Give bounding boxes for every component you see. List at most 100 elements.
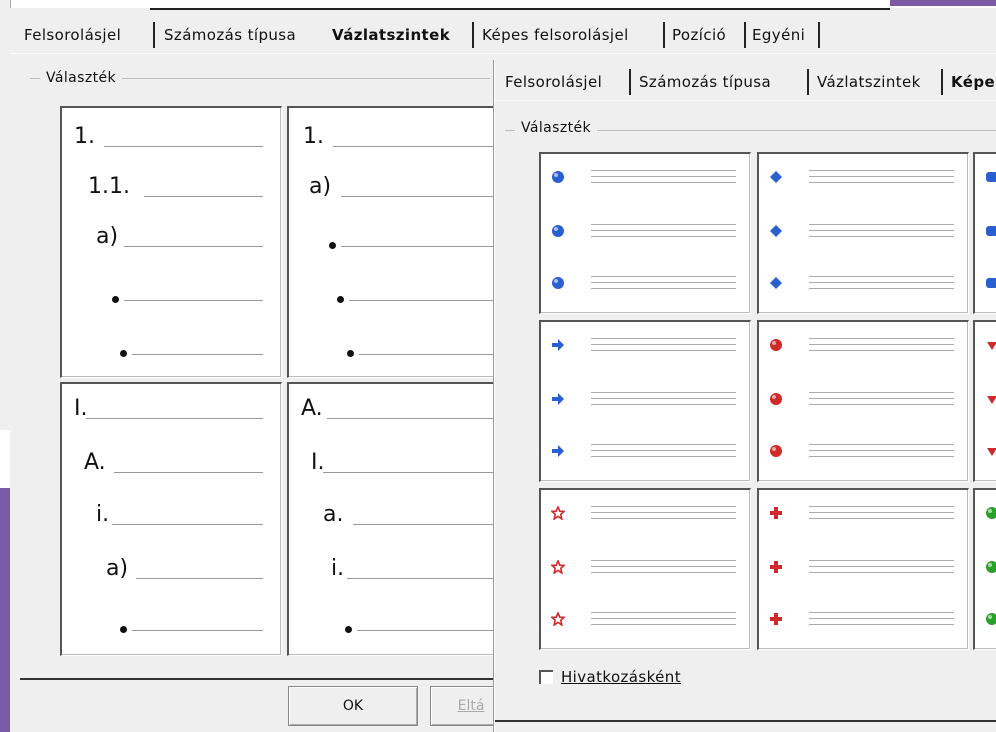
outline-level-1: I. [62, 392, 281, 432]
text-line [809, 176, 954, 177]
text-line [591, 444, 736, 445]
graphic-bullet-cell[interactable] [539, 152, 751, 314]
outline-preset-1[interactable]: 1. 1.1. a) [60, 106, 282, 378]
tab-szamozas-tipusa[interactable]: Számozás típusa [158, 18, 302, 52]
tab-label: Pozíció [672, 26, 727, 44]
back-tabbar: Felsorolásjel Számozás típusa Vázlatszin… [10, 18, 830, 52]
blue-arrow-icon [551, 391, 565, 405]
level-label: a) [106, 556, 129, 581]
graphic-bullet-cell[interactable] [757, 320, 969, 482]
text-line [327, 418, 508, 419]
blue-square-icon [985, 169, 996, 183]
text-line [809, 456, 954, 457]
outline-level-5 [289, 604, 508, 644]
text-line [809, 182, 954, 183]
outline-level-5 [289, 328, 508, 368]
text-line [591, 572, 736, 573]
text-line [341, 196, 508, 197]
text-line [809, 512, 954, 513]
text-line [809, 572, 954, 573]
tab-label: Egyéni [752, 26, 806, 44]
text-line [144, 196, 263, 197]
red-star-icon [550, 610, 566, 627]
ok-button[interactable]: OK [288, 686, 418, 726]
graphic-bullet-cell[interactable] [973, 152, 996, 314]
text-line [809, 282, 954, 283]
graphic-bullet-cell[interactable] [539, 488, 751, 650]
tab-separator [818, 22, 820, 48]
text-line [104, 146, 263, 147]
text-line [124, 246, 263, 247]
outline-level-4 [62, 274, 281, 314]
blue-diamond-arrow-icon [769, 275, 783, 289]
graphic-bullet-cell[interactable] [973, 320, 996, 482]
level-label: 1. [74, 124, 95, 149]
blue-sphere-icon [551, 275, 565, 289]
graphic-bullet-cell[interactable] [973, 488, 996, 650]
link-checkbox-label[interactable]: Hivatkozásként [561, 668, 681, 686]
text-line [591, 338, 736, 339]
text-line [809, 392, 954, 393]
tab-vazlatszintek[interactable]: Vázlatszintek [326, 18, 456, 52]
text-line [591, 450, 736, 451]
text-line [114, 472, 263, 473]
text-line [136, 578, 263, 579]
text-line [809, 338, 954, 339]
text-line [809, 624, 954, 625]
outline-level-2: A. [62, 446, 281, 486]
group-label-valasztek: Választék [40, 70, 122, 86]
text-line [591, 224, 736, 225]
outline-level-5 [62, 604, 281, 644]
tab-separator [153, 22, 155, 48]
text-line [124, 300, 263, 301]
outline-preset-2[interactable]: 1. a) [287, 106, 509, 378]
red-sphere-icon [769, 391, 783, 405]
blue-sphere-icon [551, 169, 565, 183]
red-star-icon [550, 504, 566, 521]
graphic-bullet-cell[interactable] [757, 488, 969, 650]
outline-level-4: a) [62, 552, 281, 592]
text-line [591, 566, 736, 567]
red-cross-icon [769, 559, 783, 573]
text-line [591, 512, 736, 513]
link-checkbox[interactable] [539, 670, 553, 684]
outline-preset-4[interactable]: A. I. a. i. [287, 382, 509, 656]
bullet-dot-icon [120, 350, 127, 357]
red-star-icon [550, 558, 566, 575]
bullet-dot-icon [345, 626, 352, 633]
outline-level-4: i. [289, 552, 508, 592]
text-line [112, 524, 263, 525]
tab-kepes-felsorolasjel[interactable]: Képes felsorolásjel [476, 18, 635, 52]
tab-felsorolasjel[interactable]: Felsorolásjel [18, 18, 127, 52]
text-line [591, 518, 736, 519]
text-line [591, 176, 736, 177]
outline-level-3: a) [62, 220, 281, 260]
text-line [809, 230, 954, 231]
red-down-arrow-icon [985, 443, 996, 457]
text-line [591, 612, 736, 613]
text-line [591, 350, 736, 351]
text-line [809, 450, 954, 451]
tab-egyeni[interactable]: Egyéni [746, 18, 811, 52]
level-label: a) [309, 174, 332, 199]
text-line [809, 288, 954, 289]
text-line [591, 624, 736, 625]
level-label: a) [96, 224, 119, 249]
graphic-bullet-cell[interactable] [539, 320, 751, 482]
text-line [591, 282, 736, 283]
text-line [591, 288, 736, 289]
outline-preset-3[interactable]: I. A. i. a) [60, 382, 282, 656]
red-down-arrow-icon [985, 391, 996, 405]
bullet-dot-icon [329, 242, 336, 249]
red-cross-icon [769, 505, 783, 519]
graphic-bullet-cell[interactable] [757, 152, 969, 314]
text-line [809, 612, 954, 613]
text-line [591, 506, 736, 507]
tab-label: Számozás típusa [164, 26, 297, 44]
tab-panel-top-line [10, 53, 996, 54]
green-sphere-icon [985, 505, 996, 519]
tab-pozicio[interactable]: Pozíció [666, 18, 732, 52]
text-line [349, 300, 508, 301]
bullet-dot-icon [337, 296, 344, 303]
outline-level-2: 1.1. [62, 170, 281, 210]
